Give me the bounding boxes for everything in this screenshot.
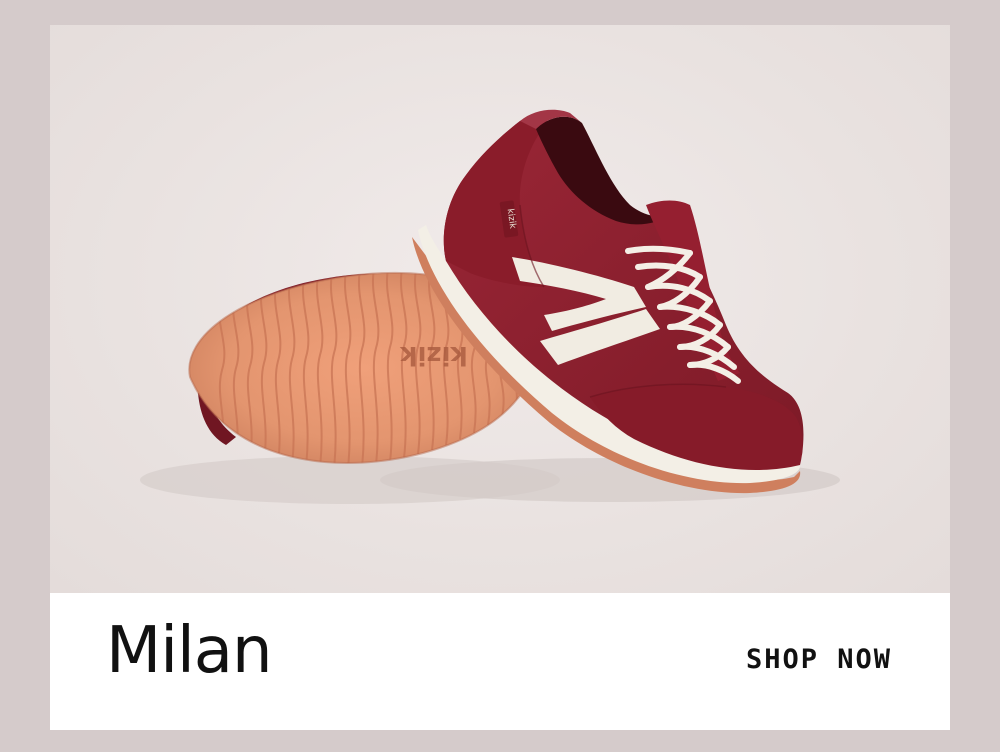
product-card[interactable]: kizik kizik Milan SHOP NOW	[50, 25, 950, 730]
product-footer: Milan SHOP NOW	[50, 593, 950, 730]
product-hero-image[interactable]: kizik kizik	[50, 25, 950, 593]
shop-now-link[interactable]: SHOP NOW	[746, 646, 892, 673]
sole-brand-mark: kizik	[400, 340, 468, 370]
product-name: Milan	[106, 614, 273, 688]
sneaker-illustration: kizik kizik	[140, 109, 840, 504]
